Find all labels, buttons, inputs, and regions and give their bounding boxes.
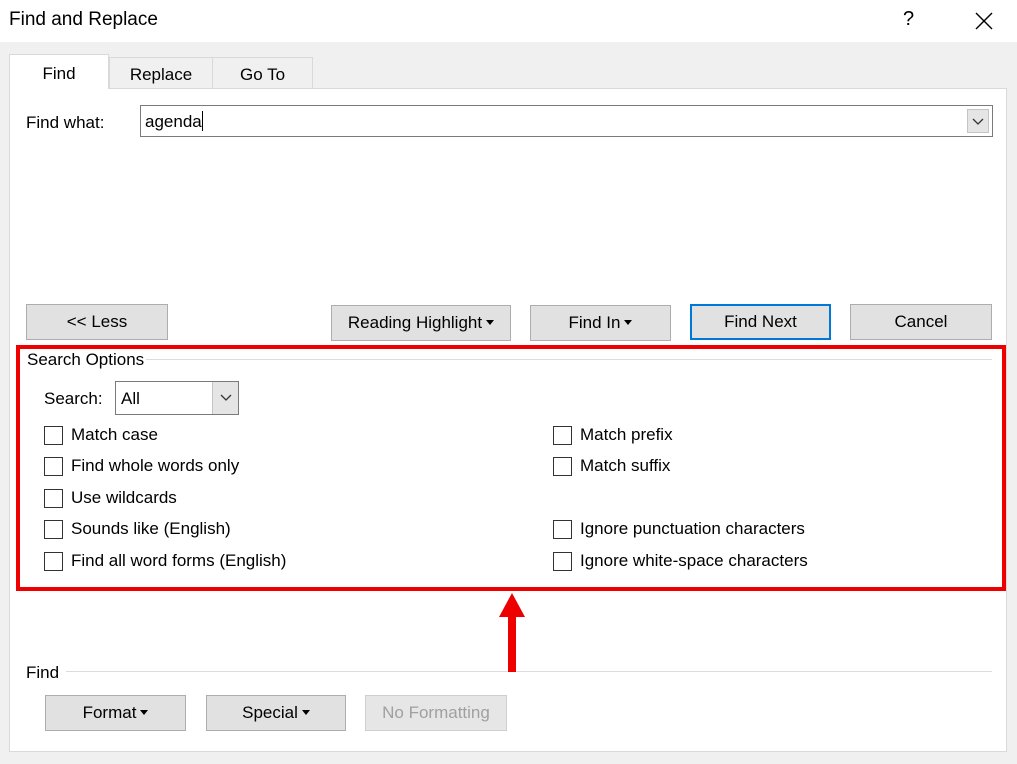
match-case-label: Match case	[71, 425, 158, 444]
checkbox-box[interactable]	[553, 426, 572, 445]
find-whole-words-label: Find whole words only	[71, 456, 240, 475]
divider	[66, 671, 992, 672]
checkbox-box[interactable]	[553, 520, 572, 539]
find-what-input[interactable]: agenda	[140, 105, 993, 137]
annotation-arrow-up-icon	[499, 593, 525, 672]
checkbox-box[interactable]	[553, 457, 572, 476]
tab-replace[interactable]: Replace	[109, 57, 213, 88]
dropdown-arrow-icon	[486, 320, 495, 325]
chevron-down-icon	[972, 118, 984, 125]
match-suffix-label: Match suffix	[580, 456, 671, 475]
find-what-dropdown-button[interactable]	[967, 109, 989, 133]
reading-highlight-label: Reading Highlight	[347, 313, 483, 332]
no-formatting-label: No Formatting	[382, 703, 490, 722]
less-button[interactable]: << Less	[26, 304, 168, 340]
ignore-punctuation-label: Ignore punctuation characters	[580, 519, 805, 538]
sounds-like-label: Sounds like (English)	[71, 519, 231, 538]
find-group-title: Find	[26, 663, 60, 682]
tab-replace-label: Replace	[129, 65, 193, 84]
format-button[interactable]: Format	[45, 695, 186, 731]
search-options-title: Search Options	[27, 350, 145, 369]
reading-highlight-button[interactable]: Reading Highlight	[331, 305, 511, 341]
divider	[146, 359, 992, 360]
cancel-label: Cancel	[894, 312, 948, 331]
format-label: Format	[82, 703, 137, 722]
checkbox-box[interactable]	[44, 426, 63, 445]
chevron-down-icon	[220, 394, 232, 401]
use-wildcards-label: Use wildcards	[71, 488, 177, 507]
tab-find[interactable]: Find	[9, 54, 109, 89]
tab-go-to-label: Go To	[239, 65, 286, 84]
dropdown-arrow-icon	[140, 710, 149, 715]
dropdown-arrow-icon	[301, 710, 310, 715]
dropdown-arrow-icon	[624, 320, 633, 325]
search-label: Search:	[44, 389, 103, 408]
cancel-button[interactable]: Cancel	[850, 304, 992, 340]
find-in-label: Find In	[568, 313, 621, 332]
tab-find-label: Find	[42, 64, 76, 83]
find-in-button[interactable]: Find In	[530, 305, 671, 341]
find-all-word-forms-label: Find all word forms (English)	[71, 551, 287, 570]
checkbox-box[interactable]	[44, 489, 63, 508]
special-button[interactable]: Special	[206, 695, 346, 731]
special-label: Special	[242, 703, 298, 722]
checkbox-box[interactable]	[44, 520, 63, 539]
checkbox-box[interactable]	[553, 552, 572, 571]
find-next-label: Find Next	[724, 312, 797, 331]
search-direction-dropdown-button[interactable]	[212, 382, 238, 414]
title-bar: Find and Replace ?	[0, 0, 1017, 42]
match-prefix-label: Match prefix	[580, 425, 673, 444]
close-icon[interactable]	[968, 10, 998, 32]
checkbox-box[interactable]	[44, 457, 63, 476]
search-direction-select[interactable]: All	[115, 381, 239, 415]
less-button-label: << Less	[66, 312, 128, 331]
help-icon[interactable]: ?	[903, 8, 914, 31]
tab-go-to[interactable]: Go To	[212, 57, 313, 88]
no-formatting-button: No Formatting	[365, 695, 507, 731]
find-next-button[interactable]: Find Next	[690, 304, 831, 340]
ignore-white-space-label: Ignore white-space characters	[580, 551, 808, 570]
find-what-value: agenda	[145, 112, 202, 131]
search-direction-value: All	[121, 389, 140, 408]
checkbox-box[interactable]	[44, 552, 63, 571]
window-title: Find and Replace	[9, 9, 158, 30]
find-what-label: Find what:	[26, 113, 105, 132]
